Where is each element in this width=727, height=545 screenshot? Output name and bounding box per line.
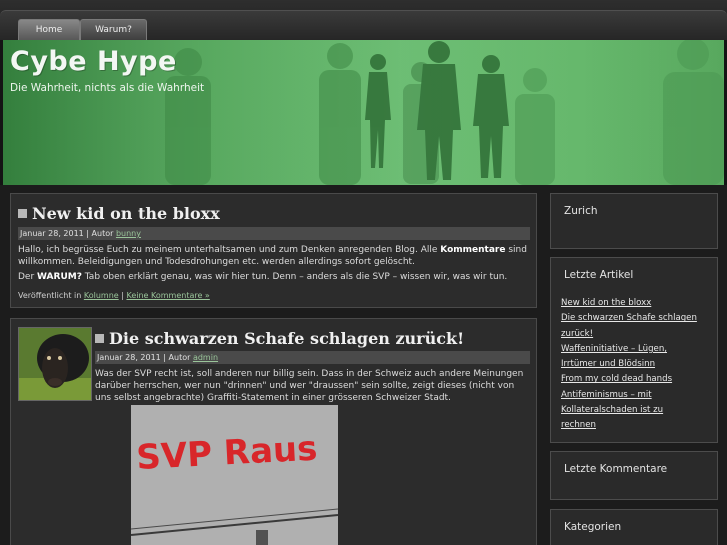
- widget-title: Letzte Artikel: [564, 269, 634, 281]
- comments-count-link[interactable]: Keine Kommentare »: [126, 291, 209, 300]
- widget-title: Kategorien: [564, 521, 622, 533]
- post-paragraph: Was der SVP recht ist, soll anderen nur …: [95, 369, 524, 403]
- post-new-kid: New kid on the bloxx Januar 28, 2011 | A…: [10, 193, 537, 308]
- recent-posts-list: New kid on the bloxx Die schwarzen Schaf…: [561, 296, 711, 434]
- recent-post-link[interactable]: Waffeninitiative – Lügen,: [561, 342, 711, 357]
- recent-post-link[interactable]: Antifeminismus – mit: [561, 388, 711, 403]
- comments-link[interactable]: Kommentare: [440, 245, 505, 255]
- recent-post-link[interactable]: Die schwarzen Schafe schlagen: [561, 311, 711, 326]
- post-title[interactable]: Die schwarzen Schafe schlagen zurück!: [95, 329, 464, 348]
- tab-warum[interactable]: Warum?: [80, 19, 147, 41]
- warum-link[interactable]: WARUM?: [37, 272, 82, 282]
- widget-zurich: Zurich: [550, 193, 718, 249]
- category-link[interactable]: Kolumne: [84, 291, 119, 300]
- recent-post-link[interactable]: New kid on the bloxx: [561, 296, 711, 311]
- recent-post-link[interactable]: Kollateralschaden ist zu: [561, 403, 711, 418]
- post-meta: Januar 28, 2011 | Autor bunny: [18, 227, 530, 240]
- widget-categories: Kategorien: [550, 509, 718, 545]
- widget-title: Letzte Kommentare: [564, 463, 668, 475]
- post-footer: Veröffentlicht in Kolumne | Keine Kommen…: [18, 291, 210, 300]
- recent-post-link[interactable]: From my cold dead hands: [561, 372, 711, 387]
- widget-recent-posts: Letzte Artikel New kid on the bloxx Die …: [550, 257, 718, 443]
- post-schwarze-schafe: Die schwarzen Schafe schlagen zurück! Ja…: [10, 318, 537, 545]
- bullet-square-icon: [18, 209, 27, 218]
- author-link[interactable]: admin: [193, 353, 218, 362]
- recent-post-link[interactable]: rechnen: [561, 418, 711, 433]
- widget-title: Zurich: [564, 205, 598, 217]
- tab-home[interactable]: Home: [18, 19, 80, 41]
- post-paragraph-1: Hallo, ich begrüsse Euch zu meinem unter…: [18, 245, 527, 267]
- site-header: Cybe Hype Die Wahrheit, nichts als die W…: [3, 40, 724, 185]
- recent-post-link[interactable]: Irrtümer und Blödsinn: [561, 357, 711, 372]
- post-paragraph-2: Der WARUM? Tab oben erklärt genau, was w…: [18, 272, 508, 282]
- site-subtitle: Die Wahrheit, nichts als die Wahrheit: [10, 82, 205, 94]
- recent-post-link[interactable]: zurück!: [561, 327, 711, 342]
- post-title[interactable]: New kid on the bloxx: [18, 204, 220, 223]
- post-meta: Januar 28, 2011 | Autor admin: [95, 351, 530, 364]
- black-sheep-thumbnail[interactable]: [18, 327, 92, 401]
- graffiti-photo: SVP Raus: [131, 405, 338, 545]
- main-nav: Home Warum?: [0, 10, 727, 41]
- site-title[interactable]: Cybe Hype: [10, 46, 177, 77]
- author-link[interactable]: bunny: [116, 229, 141, 238]
- widget-recent-comments: Letzte Kommentare: [550, 451, 718, 500]
- main-content: New kid on the bloxx Januar 28, 2011 | A…: [0, 185, 727, 545]
- bullet-square-icon: [95, 334, 104, 343]
